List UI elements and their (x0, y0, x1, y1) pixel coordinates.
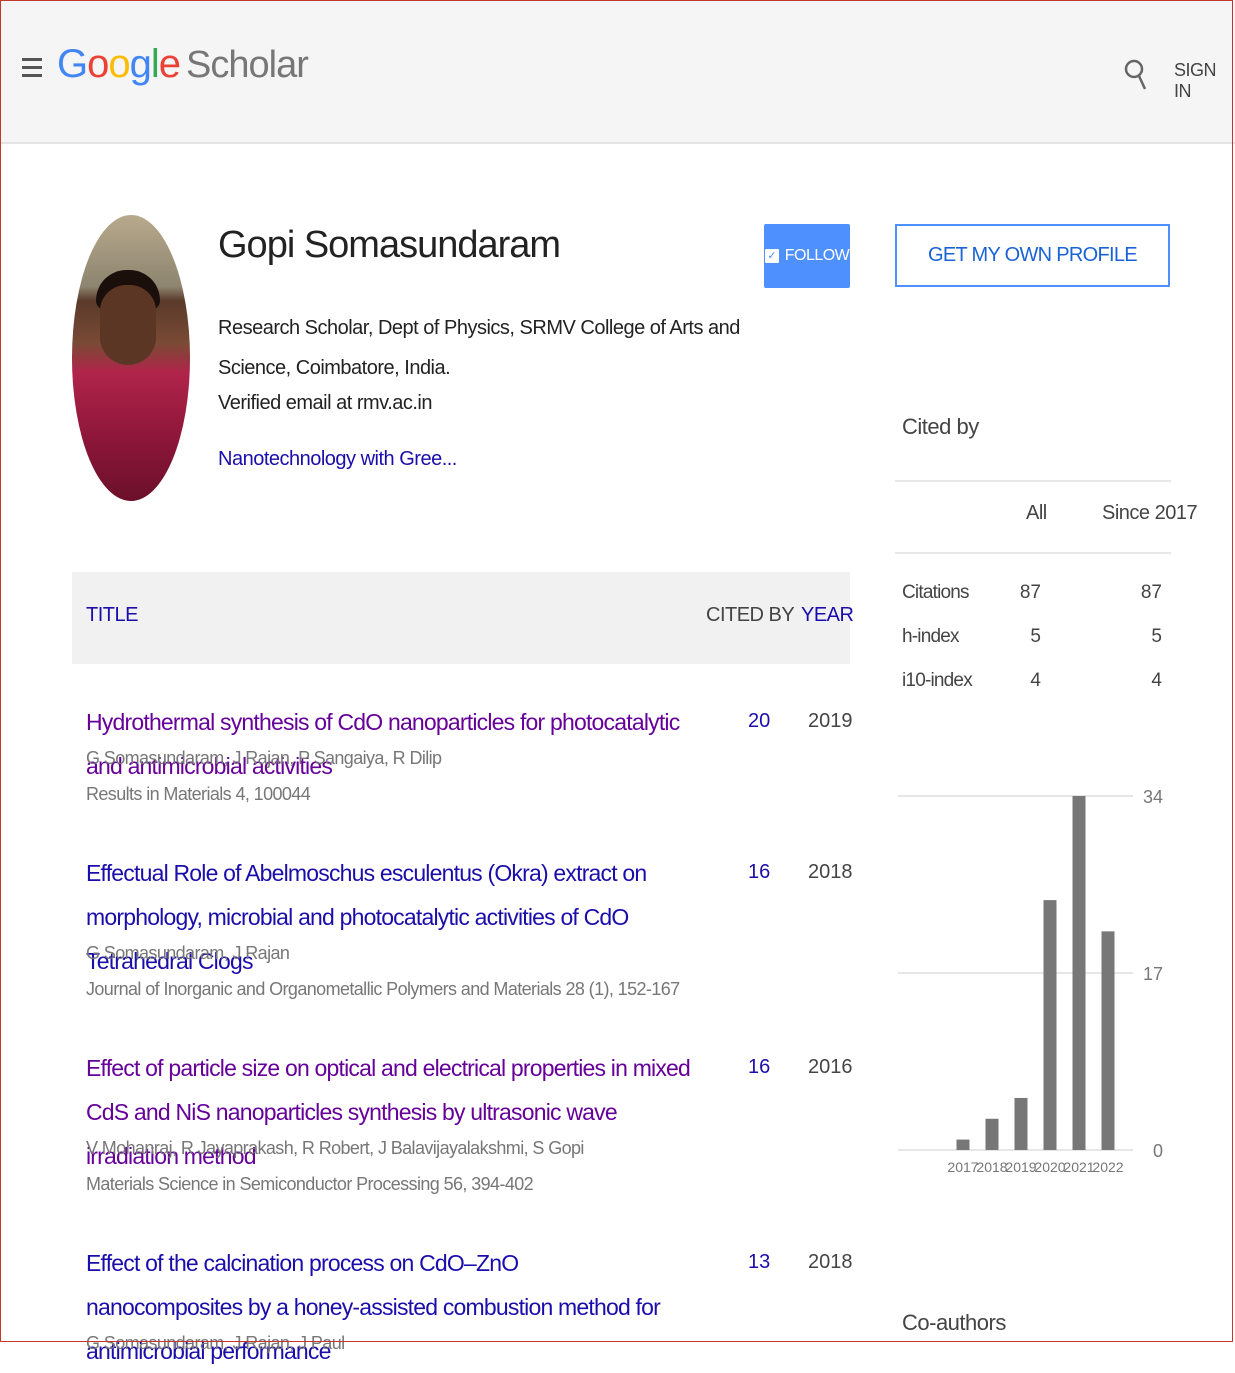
x-tick-label: 2018 (976, 1159, 1007, 1175)
publication-authors: V Mohanraj, R Jayaprakash, R Robert, J B… (86, 1138, 584, 1158)
publication-authors: G Somasundaram, J Rajan, P Sangaiya, R D… (86, 748, 442, 768)
y-tick-label: 17 (1143, 964, 1163, 984)
avatar (72, 215, 190, 501)
y-tick-label: 34 (1143, 787, 1163, 807)
menu-icon[interactable] (22, 58, 42, 86)
publication-venue: Results in Materials 4, 100044 (86, 784, 311, 804)
stat-label: h-index (902, 626, 960, 647)
stat-label: i10-index (902, 670, 973, 691)
profile-email: Verified email at rmv.ac.in (218, 392, 433, 414)
follow-label: FOLLOW (784, 247, 850, 264)
sort-by-title[interactable]: TITLE (86, 604, 138, 627)
stat-all-value: 87 (1019, 582, 1041, 603)
x-tick-label: 2017 (947, 1159, 978, 1175)
x-tick-label: 2020 (1034, 1159, 1065, 1175)
search-icon[interactable] (1123, 55, 1149, 95)
cited-by-count[interactable]: 20 (748, 710, 770, 733)
sort-by-cited[interactable]: CITED BY (706, 604, 795, 627)
top-bar: Google Scholar SIGN IN (0, 0, 1235, 144)
cited-by-count[interactable]: 16 (748, 861, 770, 884)
publication-venue: Journal of Inorganic and Organometallic … (86, 979, 680, 999)
divider (895, 552, 1171, 554)
chart-bar[interactable] (1014, 1097, 1028, 1150)
table-row: Effect of particle size on optical and e… (86, 1046, 853, 1216)
co-authors-heading: Co-authors (902, 1310, 1006, 1335)
publications-table-header: TITLE CITED BY YEAR (72, 572, 854, 664)
citations-per-year-chart: 0 17 34 2017 2018 2019 2020 2021 2022 (893, 780, 1173, 1180)
publication-authors: G Somasundaram, J Rajan (86, 943, 290, 963)
cited-by-count[interactable]: 13 (748, 1251, 770, 1274)
publication-year: 2016 (808, 1056, 853, 1078)
stat-since-value: 4 (1151, 670, 1162, 691)
divider (895, 480, 1171, 482)
research-interest-link[interactable]: Nanotechnology with Gree... (218, 448, 457, 471)
chart-bar[interactable] (985, 1118, 999, 1150)
y-tick-label: 0 (1153, 1141, 1163, 1161)
logo-scholar-word: Scholar (186, 44, 309, 86)
logo-letter-4: g (129, 42, 152, 86)
table-row: Effect of the calcination process on CdO… (86, 1241, 853, 1364)
col-since-header: Since 2017 (1102, 502, 1198, 524)
stat-label: Citations (902, 582, 970, 603)
publication-year: 2018 (808, 861, 853, 883)
logo-letter-3: o (108, 42, 130, 86)
publication-year: 2018 (808, 1251, 853, 1273)
stat-since-value: 87 (1140, 582, 1162, 603)
chart-bar[interactable] (1072, 796, 1086, 1150)
stat-all-value: 5 (1030, 626, 1041, 647)
logo-letter-2: o (87, 42, 109, 86)
cited-by-count[interactable]: 16 (748, 1056, 770, 1079)
sort-by-year[interactable]: YEAR (801, 604, 854, 627)
google-scholar-logo[interactable]: Google Scholar (57, 42, 309, 87)
chart-bar[interactable] (1101, 931, 1115, 1150)
logo-letter-6: e (158, 42, 181, 86)
publication-year: 2019 (808, 710, 853, 732)
x-tick-label: 2022 (1092, 1159, 1123, 1175)
chart-bar[interactable] (956, 1139, 970, 1150)
chart-bar[interactable] (1043, 900, 1057, 1150)
chart-svg: 0 17 34 201720182019202020212022 (898, 787, 1163, 1175)
follow-button[interactable]: ✓ FOLLOW (764, 224, 850, 288)
logo-letter-1: G (57, 42, 88, 86)
sign-in-button[interactable]: SIGN IN (1174, 60, 1235, 102)
profile-affiliation: Research Scholar, Dept of Physics, SRMV … (218, 317, 740, 379)
table-row: Effectual Role of Abelmoschus esculentus… (86, 851, 853, 1021)
logo-letter-5: l (150, 42, 160, 86)
avatar-face (100, 285, 156, 365)
stat-all-value: 4 (1030, 670, 1041, 691)
x-tick-label: 2021 (1063, 1159, 1094, 1175)
table-row: Hydrothermal synthesis of CdO nanopartic… (86, 700, 853, 820)
get-my-own-profile-button[interactable]: GET MY OWN PROFILE (895, 224, 1170, 287)
x-tick-label: 2019 (1005, 1159, 1036, 1175)
cited-by-heading: Cited by (902, 414, 979, 439)
profile-name: Gopi Somasundaram (218, 224, 561, 266)
publication-title[interactable]: Hydrothermal synthesis of CdO nanopartic… (86, 700, 696, 788)
stat-since-value: 5 (1151, 626, 1162, 647)
col-all-header: All (1026, 502, 1047, 524)
publication-venue: Materials Science in Semiconductor Proce… (86, 1174, 534, 1194)
envelope-check-icon: ✓ (764, 249, 779, 263)
